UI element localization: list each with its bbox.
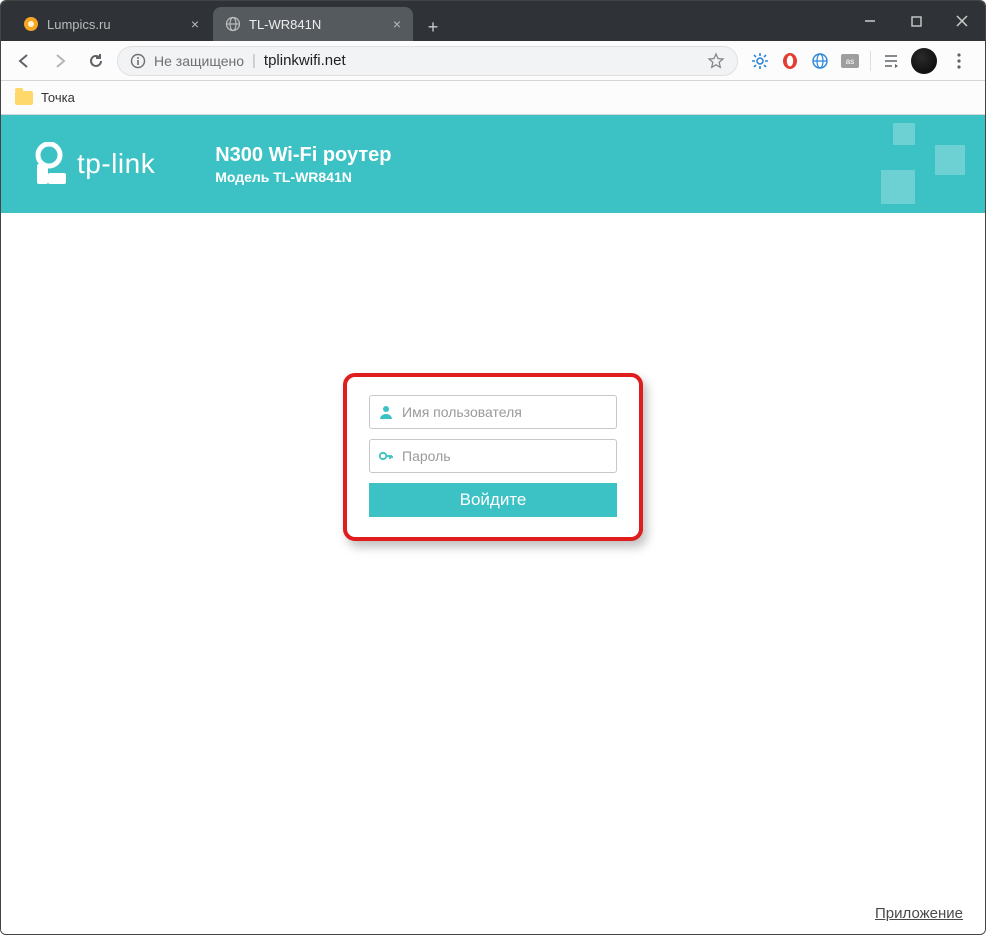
minimize-button[interactable] [847,1,893,41]
product-model: Модель TL-WR841N [215,169,391,185]
url-text: tplinkwifi.net [264,52,699,69]
brand-name: tp-link [77,148,155,180]
login-form: Войдите [343,373,643,541]
security-label: Не защищено [154,53,244,69]
brand-logo: tp-link [31,142,155,186]
favicon-generic [225,16,241,32]
kebab-menu-icon[interactable] [947,52,971,70]
password-field-wrap [369,439,617,473]
user-icon [378,404,394,420]
profile-avatar[interactable] [911,48,937,74]
globe-icon[interactable] [810,51,830,71]
window-controls [847,1,985,41]
tab-label: Lumpics.ru [47,17,183,32]
gear-icon[interactable] [750,51,770,71]
login-area: Войдите [1,213,985,934]
reload-button[interactable] [81,46,111,76]
browser-window: Lumpics.ru × TL-WR841N × + [0,0,986,935]
divider [870,51,871,71]
separator: | [252,52,256,69]
username-input[interactable] [402,404,608,420]
close-icon[interactable]: × [191,16,199,32]
lastfm-icon[interactable]: as [840,51,860,71]
model-value: TL-WR841N [273,169,352,185]
opera-icon[interactable] [780,51,800,71]
folder-icon [15,91,33,105]
tab-strip: Lumpics.ru × TL-WR841N × + [1,1,985,41]
browser-toolbar: Не защищено | tplinkwifi.net as [1,41,985,81]
svg-text:as: as [846,57,854,66]
favicon-lumpics [23,16,39,32]
info-icon [130,53,146,69]
close-icon[interactable]: × [393,16,401,32]
app-link[interactable]: Приложение [875,905,963,922]
bookmark-star-icon[interactable] [707,52,725,70]
banner-decoration [881,170,915,204]
login-button[interactable]: Войдите [369,483,617,517]
close-window-button[interactable] [939,1,985,41]
browser-tab-tlwr841n[interactable]: TL-WR841N × [213,7,413,41]
product-title: N300 Wi-Fi роутер [215,144,391,167]
new-tab-button[interactable]: + [419,13,447,41]
tab-label: TL-WR841N [249,17,385,32]
username-field-wrap [369,395,617,429]
model-prefix: Модель [215,169,269,185]
maximize-button[interactable] [893,1,939,41]
password-input[interactable] [402,448,608,464]
router-banner: tp-link N300 Wi-Fi роутер Модель TL-WR84… [1,115,985,213]
back-button[interactable] [9,46,39,76]
reading-list-icon[interactable] [881,51,901,71]
browser-tab-lumpics[interactable]: Lumpics.ru × [11,7,211,41]
key-icon [378,448,394,464]
page-content: tp-link N300 Wi-Fi роутер Модель TL-WR84… [1,115,985,934]
forward-button[interactable] [45,46,75,76]
bookmark-item[interactable]: Точка [41,90,75,105]
address-bar[interactable]: Не защищено | tplinkwifi.net [117,46,738,76]
bookmarks-bar: Точка [1,81,985,115]
extension-icons: as [744,48,977,74]
product-info: N300 Wi-Fi роутер Модель TL-WR841N [215,144,391,185]
